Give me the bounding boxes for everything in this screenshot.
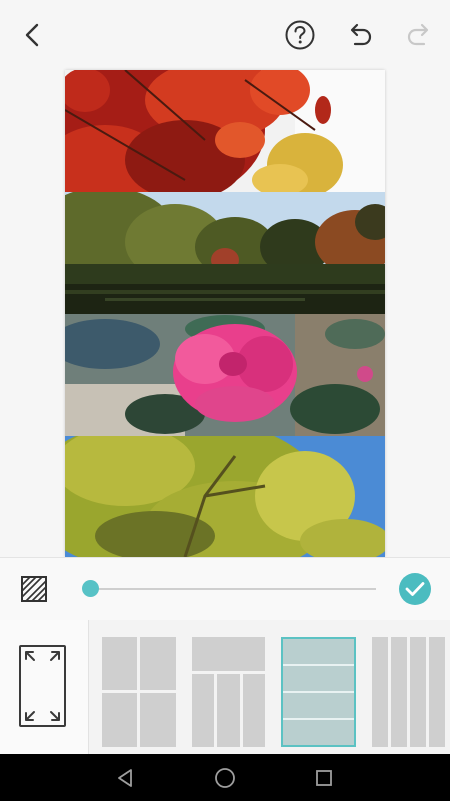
nav-recents-button[interactable]	[311, 765, 337, 791]
expand-arrows-icon	[19, 645, 66, 727]
redo-icon	[407, 23, 429, 46]
check-icon	[405, 582, 425, 596]
system-nav-bar	[0, 754, 450, 801]
layout-option-grid-2x2[interactable]	[102, 637, 176, 747]
undo-icon	[350, 23, 372, 46]
diagonal-stripes-icon[interactable]	[20, 575, 48, 603]
layout-option-rows-4[interactable]	[281, 637, 356, 747]
nav-back-button[interactable]	[112, 765, 138, 791]
chevron-left-icon	[25, 23, 39, 47]
back-button[interactable]	[14, 16, 52, 54]
nav-home-button[interactable]	[212, 765, 238, 791]
top-toolbar	[0, 0, 450, 70]
square-recents-icon	[316, 770, 332, 786]
question-circle-icon	[285, 20, 315, 50]
collage-canvas[interactable]	[65, 70, 385, 557]
collage-photo-garden-pond[interactable]	[65, 192, 385, 314]
layout-option-columns-4[interactable]	[372, 637, 450, 747]
adjust-bar	[0, 557, 450, 621]
aspect-ratio-button[interactable]	[0, 620, 89, 754]
slider-thumb[interactable]	[82, 580, 99, 597]
help-button[interactable]	[281, 16, 319, 54]
layout-option-top-1-bottom-3[interactable]	[192, 637, 265, 747]
collage-photo-maple-leaves[interactable]	[65, 70, 385, 192]
circle-home-icon	[215, 768, 235, 788]
layout-picker	[0, 620, 450, 754]
collage-photo-yellow-tree[interactable]	[65, 436, 385, 557]
slider-track[interactable]	[86, 588, 376, 590]
redo-button[interactable]	[400, 16, 438, 54]
confirm-button[interactable]	[399, 573, 431, 605]
collage-photo-camellia[interactable]	[65, 314, 385, 436]
undo-button[interactable]	[341, 16, 379, 54]
triangle-back-icon	[118, 769, 132, 787]
